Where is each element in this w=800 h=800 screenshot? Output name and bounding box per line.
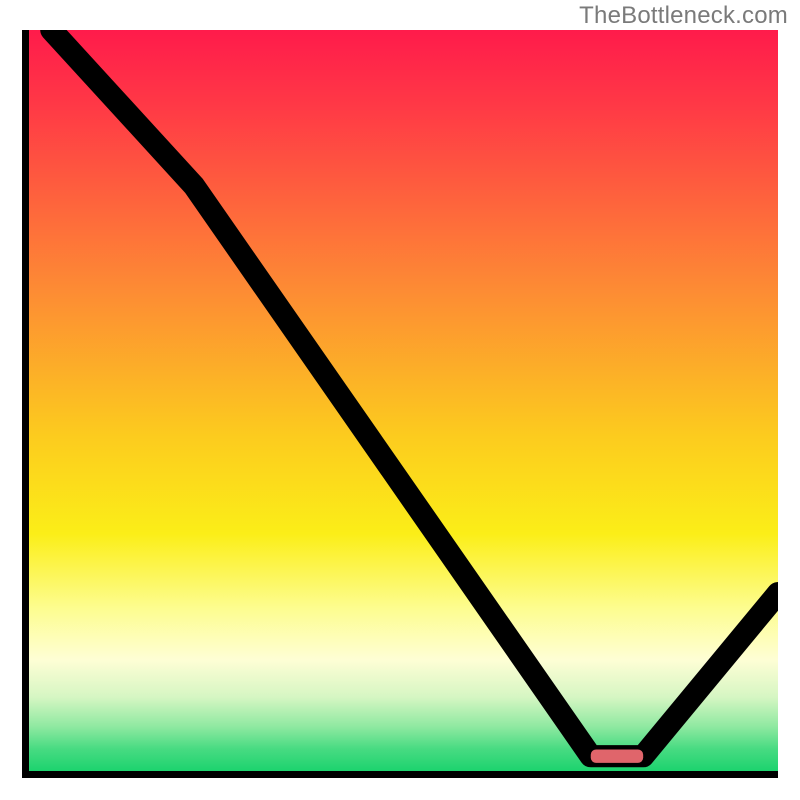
chart-gradient-background bbox=[29, 30, 778, 771]
chart-plot-area bbox=[29, 30, 778, 771]
chart-axes bbox=[22, 30, 778, 778]
attribution-watermark: TheBottleneck.com bbox=[579, 2, 788, 30]
